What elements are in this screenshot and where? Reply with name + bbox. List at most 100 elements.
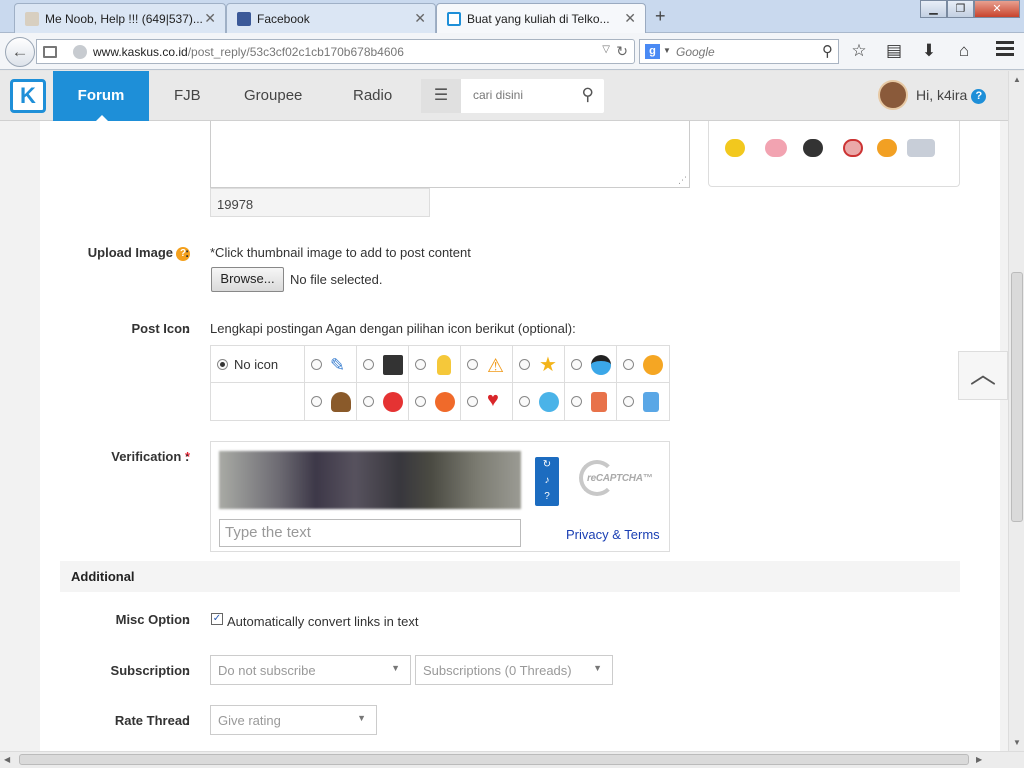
horizontal-scroll-thumb[interactable] <box>19 754 969 765</box>
icon-radio[interactable] <box>467 359 478 370</box>
icon-radio[interactable] <box>363 359 374 370</box>
angry-smiley-icon[interactable] <box>843 139 863 157</box>
url-dropdown-icon[interactable]: ▽ <box>602 44 610 55</box>
scroll-down-arrow-icon[interactable]: ▼ <box>1013 738 1021 747</box>
icon-option[interactable] <box>565 346 617 383</box>
captcha-input[interactable]: Type the text <box>219 519 521 547</box>
url-bar[interactable]: www.kaskus.co.id/post_reply/53c3cf02c1cb… <box>36 39 635 64</box>
browser-tab-1[interactable]: Me Noob, Help !!! (649|537)... ✕ <box>14 3 226 33</box>
subscribe-select[interactable]: Do not subscribe ▼ <box>210 655 411 685</box>
subscriptions-select[interactable]: Subscriptions (0 Threads) ▼ <box>415 655 613 685</box>
site-search[interactable]: ☰ cari disini ⚲ <box>421 79 604 113</box>
new-tab-icon[interactable]: + <box>655 6 666 27</box>
pig-smiley-icon[interactable] <box>765 139 787 157</box>
engine-dropdown-icon[interactable]: ▼ <box>663 46 671 55</box>
kaskus-logo[interactable]: K <box>10 79 46 113</box>
search-icon[interactable]: ⚲ <box>822 42 833 60</box>
icon-radio[interactable] <box>467 396 478 407</box>
sign-smiley-icon[interactable] <box>907 139 935 157</box>
icon-radio[interactable] <box>519 396 530 407</box>
rating-select[interactable]: Give rating ▼ <box>210 705 377 735</box>
icon-option[interactable]: ♥ <box>461 383 513 420</box>
no-icon-option[interactable]: No icon <box>211 346 305 383</box>
horizontal-scrollbar[interactable]: ◀ ▶ <box>0 751 1024 768</box>
help-icon[interactable]: ? <box>971 89 987 104</box>
icon-option[interactable]: ★ <box>513 346 565 383</box>
menu-icon[interactable] <box>996 41 1014 59</box>
vertical-scrollbar[interactable]: ▲ ▼ <box>1008 71 1024 751</box>
search-icon[interactable]: ⚲ <box>582 85 594 105</box>
google-icon: g <box>645 44 660 59</box>
icon-option[interactable] <box>305 383 357 420</box>
icon-option[interactable] <box>357 383 409 420</box>
icon-option[interactable]: ✎ <box>305 346 357 383</box>
pencil-icon: ✎ <box>330 355 346 375</box>
bomb-smiley-icon[interactable] <box>803 139 823 157</box>
minimize-icon[interactable]: ▁ <box>920 0 947 18</box>
reload-icon[interactable]: ↻ <box>616 43 628 60</box>
nav-groupee[interactable]: Groupee <box>244 71 302 121</box>
close-tab-icon[interactable]: ✕ <box>204 10 216 27</box>
audio-icon[interactable]: ♪ <box>535 473 559 489</box>
icon-radio[interactable] <box>571 359 582 370</box>
browser-tab-3-active[interactable]: Buat yang kuliah di Telko... ✕ <box>436 3 646 34</box>
hug-smiley-icon[interactable] <box>877 139 897 157</box>
icon-option[interactable] <box>409 383 461 420</box>
downloads-icon[interactable]: ⬇ <box>918 40 940 62</box>
avatar[interactable] <box>878 80 908 110</box>
smiley-icon[interactable] <box>725 139 745 157</box>
icon-option[interactable] <box>409 346 461 383</box>
privacy-terms-link[interactable]: Privacy & Terms <box>566 527 660 542</box>
list-icon[interactable]: ☰ <box>421 79 461 113</box>
icon-radio[interactable] <box>415 396 426 407</box>
icon-option[interactable] <box>565 383 617 420</box>
scroll-left-arrow-icon[interactable]: ◀ <box>4 755 10 764</box>
maximize-icon[interactable]: ❐ <box>947 0 974 18</box>
icon-radio[interactable] <box>623 396 634 407</box>
icon-radio[interactable] <box>571 396 582 407</box>
help-icon[interactable]: ? <box>535 489 559 505</box>
close-tab-icon[interactable]: ✕ <box>624 10 636 27</box>
no-icon-radio[interactable] <box>217 359 228 370</box>
tab-title: Facebook <box>257 12 310 26</box>
verification-label: Verification * <box>111 449 190 464</box>
icon-radio[interactable] <box>415 359 426 370</box>
clapperboard-icon <box>383 355 403 375</box>
refresh-icon[interactable]: ↻ <box>535 457 559 473</box>
chevron-down-icon: ▼ <box>593 663 602 673</box>
tab-groups-icon[interactable] <box>43 46 57 58</box>
icon-option[interactable]: ⚠ <box>461 346 513 383</box>
home-icon[interactable]: ⌂ <box>953 40 975 62</box>
icon-radio[interactable] <box>623 359 634 370</box>
icon-radio[interactable] <box>363 396 374 407</box>
scroll-right-arrow-icon[interactable]: ▶ <box>976 755 982 764</box>
browser-tab-2[interactable]: Facebook ✕ <box>226 3 436 33</box>
back-arrow-icon[interactable]: ← <box>5 37 35 67</box>
bookmarks-list-icon[interactable]: ▤ <box>883 40 905 62</box>
icon-radio[interactable] <box>311 359 322 370</box>
nav-forum[interactable]: Forum <box>53 71 149 121</box>
tab-title: Me Noob, Help !!! (649|537)... <box>45 12 203 26</box>
scroll-up-arrow-icon[interactable]: ▲ <box>1013 75 1021 84</box>
icon-option[interactable] <box>617 346 670 383</box>
icon-option[interactable] <box>617 383 670 420</box>
convert-links-checkbox[interactable]: ✓ <box>211 613 223 625</box>
icon-radio[interactable] <box>519 359 530 370</box>
tab-title: Buat yang kuliah di Telko... <box>467 12 610 26</box>
bookmark-star-icon[interactable]: ☆ <box>848 40 870 62</box>
close-tab-icon[interactable]: ✕ <box>414 10 426 27</box>
icon-option[interactable] <box>513 383 565 420</box>
icon-option[interactable] <box>357 346 409 383</box>
icon-radio[interactable] <box>311 396 322 407</box>
grin-face-icon <box>539 392 559 412</box>
nav-fjb[interactable]: FJB <box>174 71 201 121</box>
resize-grip-icon[interactable]: ⋰ <box>678 175 687 186</box>
scroll-to-top-button[interactable]: ︿ <box>958 351 1008 400</box>
vertical-scroll-thumb[interactable] <box>1011 272 1023 522</box>
message-textarea[interactable]: ⋰ <box>210 121 690 188</box>
close-window-icon[interactable]: ✕ <box>974 0 1020 18</box>
browse-button[interactable]: Browse... <box>211 267 284 292</box>
browser-search-box[interactable]: g ▼ Google ⚲ <box>639 39 839 64</box>
nav-radio[interactable]: Radio <box>353 71 392 121</box>
label-colon: : <box>185 321 190 336</box>
